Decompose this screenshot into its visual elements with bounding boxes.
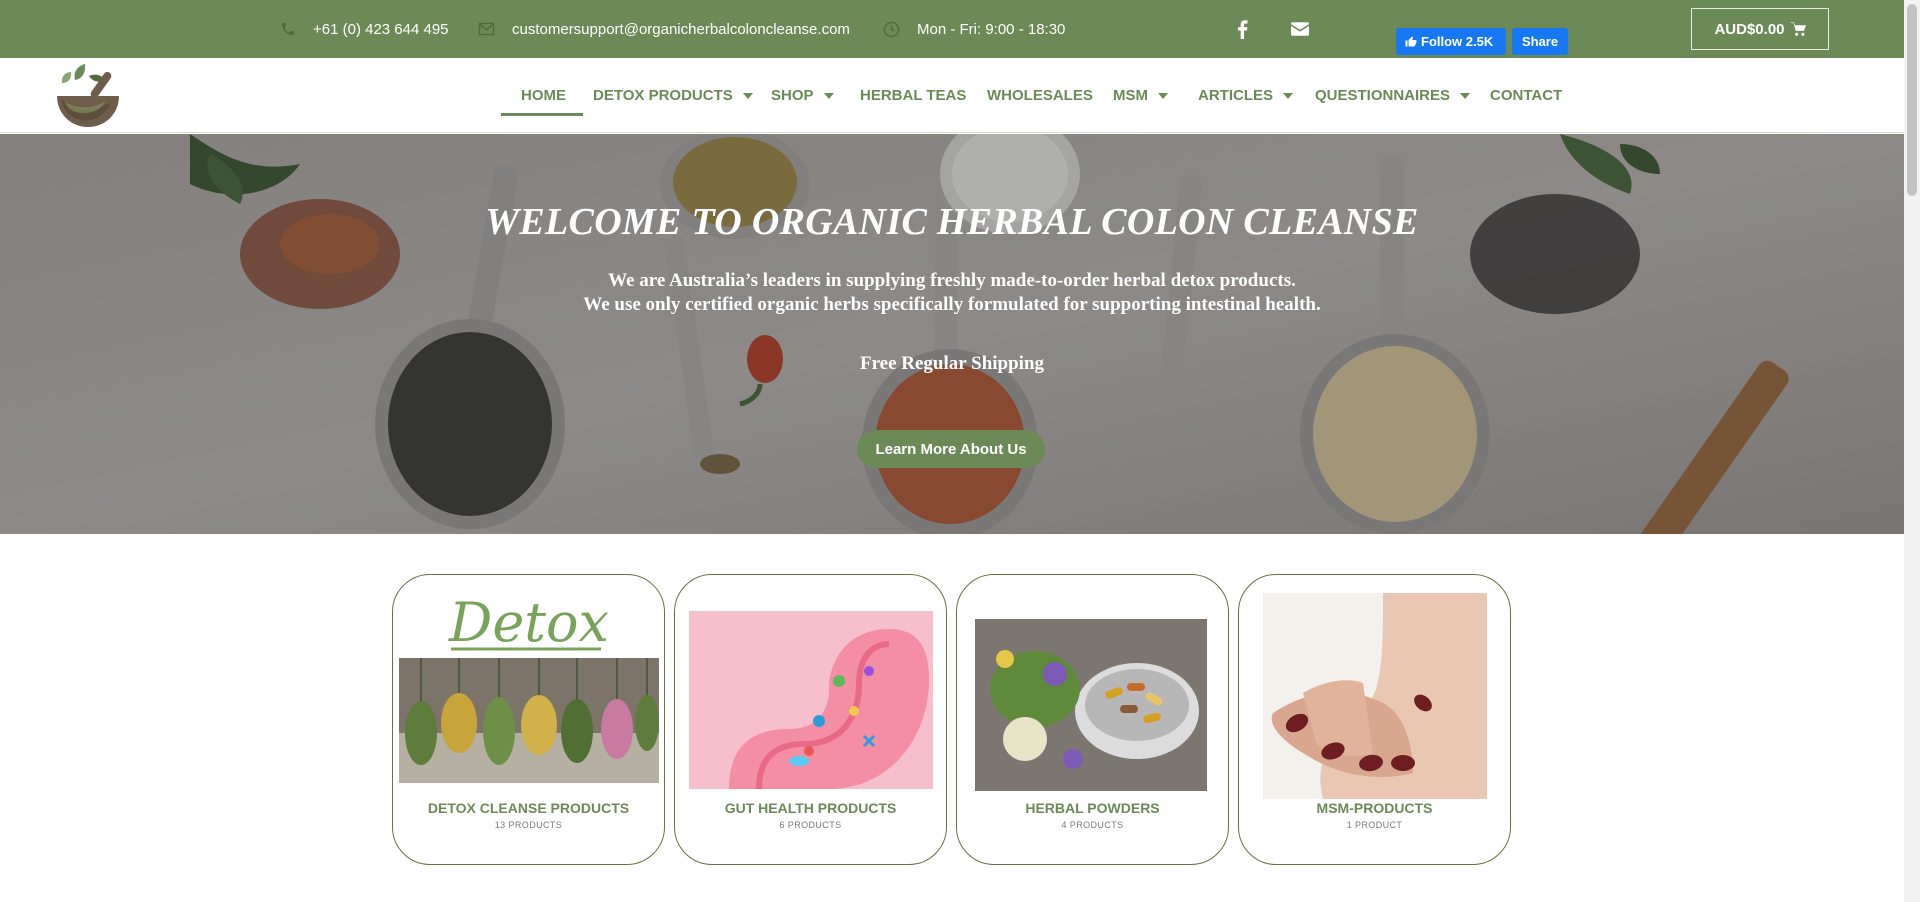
category-count: 1 PRODUCT [1346, 820, 1403, 830]
herbal-powders-image [975, 619, 1207, 791]
gut-health-image [689, 611, 933, 789]
site-logo[interactable] [55, 60, 121, 132]
category-name[interactable]: HERBAL POWDERS [957, 800, 1228, 816]
opening-hours: Mon - Fri: 9:00 - 18:30 [883, 0, 1065, 58]
category-name[interactable]: MSM-PRODUCTS [1239, 800, 1510, 816]
nav-contact-label: CONTACT [1490, 87, 1563, 104]
email-contact[interactable]: customersupport@organicherbalcoloncleans… [478, 0, 850, 58]
cart-total: AUD$0.00 [1714, 20, 1785, 38]
caret-down-icon [823, 92, 834, 99]
cart-icon [1790, 22, 1806, 36]
follow-label: Follow 2.5K [1421, 34, 1494, 49]
phone-number: +61 (0) 423 644 495 [313, 20, 449, 38]
cart-button[interactable]: AUD$0.00 [1691, 8, 1829, 50]
nav-shop-label: SHOP [771, 87, 814, 104]
free-shipping-text: Free Regular Shipping [859, 353, 1045, 374]
thumbs-up-icon [1405, 36, 1417, 46]
hero-overlay [0, 134, 1904, 534]
detox-herbs-image: Detox [399, 583, 659, 783]
hours-text: Mon - Fri: 9:00 - 18:30 [917, 20, 1066, 38]
category-count: 4 PRODUCTS [1061, 820, 1124, 830]
facebook-link[interactable] [1237, 0, 1248, 58]
facebook-icon [1237, 19, 1248, 39]
top-bar: +61 (0) 423 644 495 customersupport@orga… [0, 0, 1904, 58]
phone-contact[interactable]: +61 (0) 423 644 495 [280, 0, 449, 58]
envelope-icon [1291, 22, 1309, 36]
nav-wholesales-label: WHOLESALES [987, 87, 1093, 104]
nav-msm-label: MSM [1113, 87, 1148, 104]
nav-msm[interactable]: MSM [1113, 58, 1168, 133]
mortar-and-pestle-logo [57, 64, 119, 127]
caret-down-icon [1460, 92, 1471, 99]
category-card-msm[interactable]: MSM-PRODUCTS 1 PRODUCT [1238, 574, 1511, 865]
email-address: customersupport@organicherbalcoloncleans… [512, 20, 850, 38]
category-count: 13 PRODUCTS [494, 820, 563, 830]
nav-shop[interactable]: SHOP [771, 58, 834, 133]
phone-icon [282, 23, 294, 35]
hero-title: WELCOME TO ORGANIC HERBAL COLON CLEANSE [485, 201, 1419, 243]
nav-articles-label: ARTICLES [1198, 87, 1273, 104]
nav-questionnaires-label: QUESTIONNAIRES [1315, 87, 1451, 104]
nav-herbal-teas-label: HERBAL TEAS [860, 87, 967, 104]
nav-home-label: HOME [521, 87, 566, 104]
active-nav-indicator [501, 113, 583, 116]
caret-down-icon [1158, 92, 1168, 99]
category-card-detox[interactable]: Detox DETOX CLEANSE PRODUCTS 13 PRODUCTS [392, 574, 665, 865]
nav-questionnaires[interactable]: QUESTIONNAIRES [1315, 58, 1471, 133]
hero-line-1: We are Australia’s leaders in supplying … [608, 270, 1296, 291]
detox-logo-text: Detox [448, 591, 609, 654]
category-card-gut-health[interactable]: GUT HEALTH PRODUCTS 6 PRODUCTS [674, 574, 947, 865]
nav-detox-products-label: DETOX PRODUCTS [593, 87, 733, 104]
nav-detox-products[interactable]: DETOX PRODUCTS [593, 58, 753, 133]
clock-icon [883, 21, 900, 37]
caret-down-icon [742, 92, 753, 99]
caret-down-icon [1283, 92, 1293, 99]
hero-line-2: We use only certified organic herbs spec… [583, 294, 1321, 315]
hero-banner: WELCOME TO ORGANIC HERBAL COLON CLEANSE … [0, 134, 1904, 534]
scrollbar-thumb[interactable] [1907, 4, 1917, 196]
category-count: 6 PRODUCTS [779, 820, 842, 830]
facebook-share-button[interactable]: Share [1512, 28, 1568, 55]
nav-wholesales[interactable]: WHOLESALES [987, 58, 1093, 133]
facebook-follow-button[interactable]: Follow 2.5K [1396, 28, 1506, 55]
share-label: Share [1521, 34, 1559, 49]
msm-hand-image [1263, 593, 1487, 799]
nav-herbal-teas[interactable]: HERBAL TEAS [860, 58, 966, 133]
category-card-herbal-powders[interactable]: HERBAL POWDERS 4 PRODUCTS [956, 574, 1229, 865]
nav-contact[interactable]: CONTACT [1490, 58, 1562, 133]
email-link[interactable] [1291, 0, 1309, 58]
category-name[interactable]: DETOX CLEANSE PRODUCTS [393, 800, 664, 816]
learn-more-button[interactable]: Learn More About Us [857, 430, 1045, 468]
nav-home[interactable]: HOME [521, 58, 566, 133]
nav-articles[interactable]: ARTICLES [1198, 58, 1293, 133]
main-navigation: HOME DETOX PRODUCTS SHOP HERBAL TEAS WHO… [0, 58, 1904, 133]
category-name[interactable]: GUT HEALTH PRODUCTS [675, 800, 946, 816]
envelope-outline-icon [478, 22, 495, 36]
